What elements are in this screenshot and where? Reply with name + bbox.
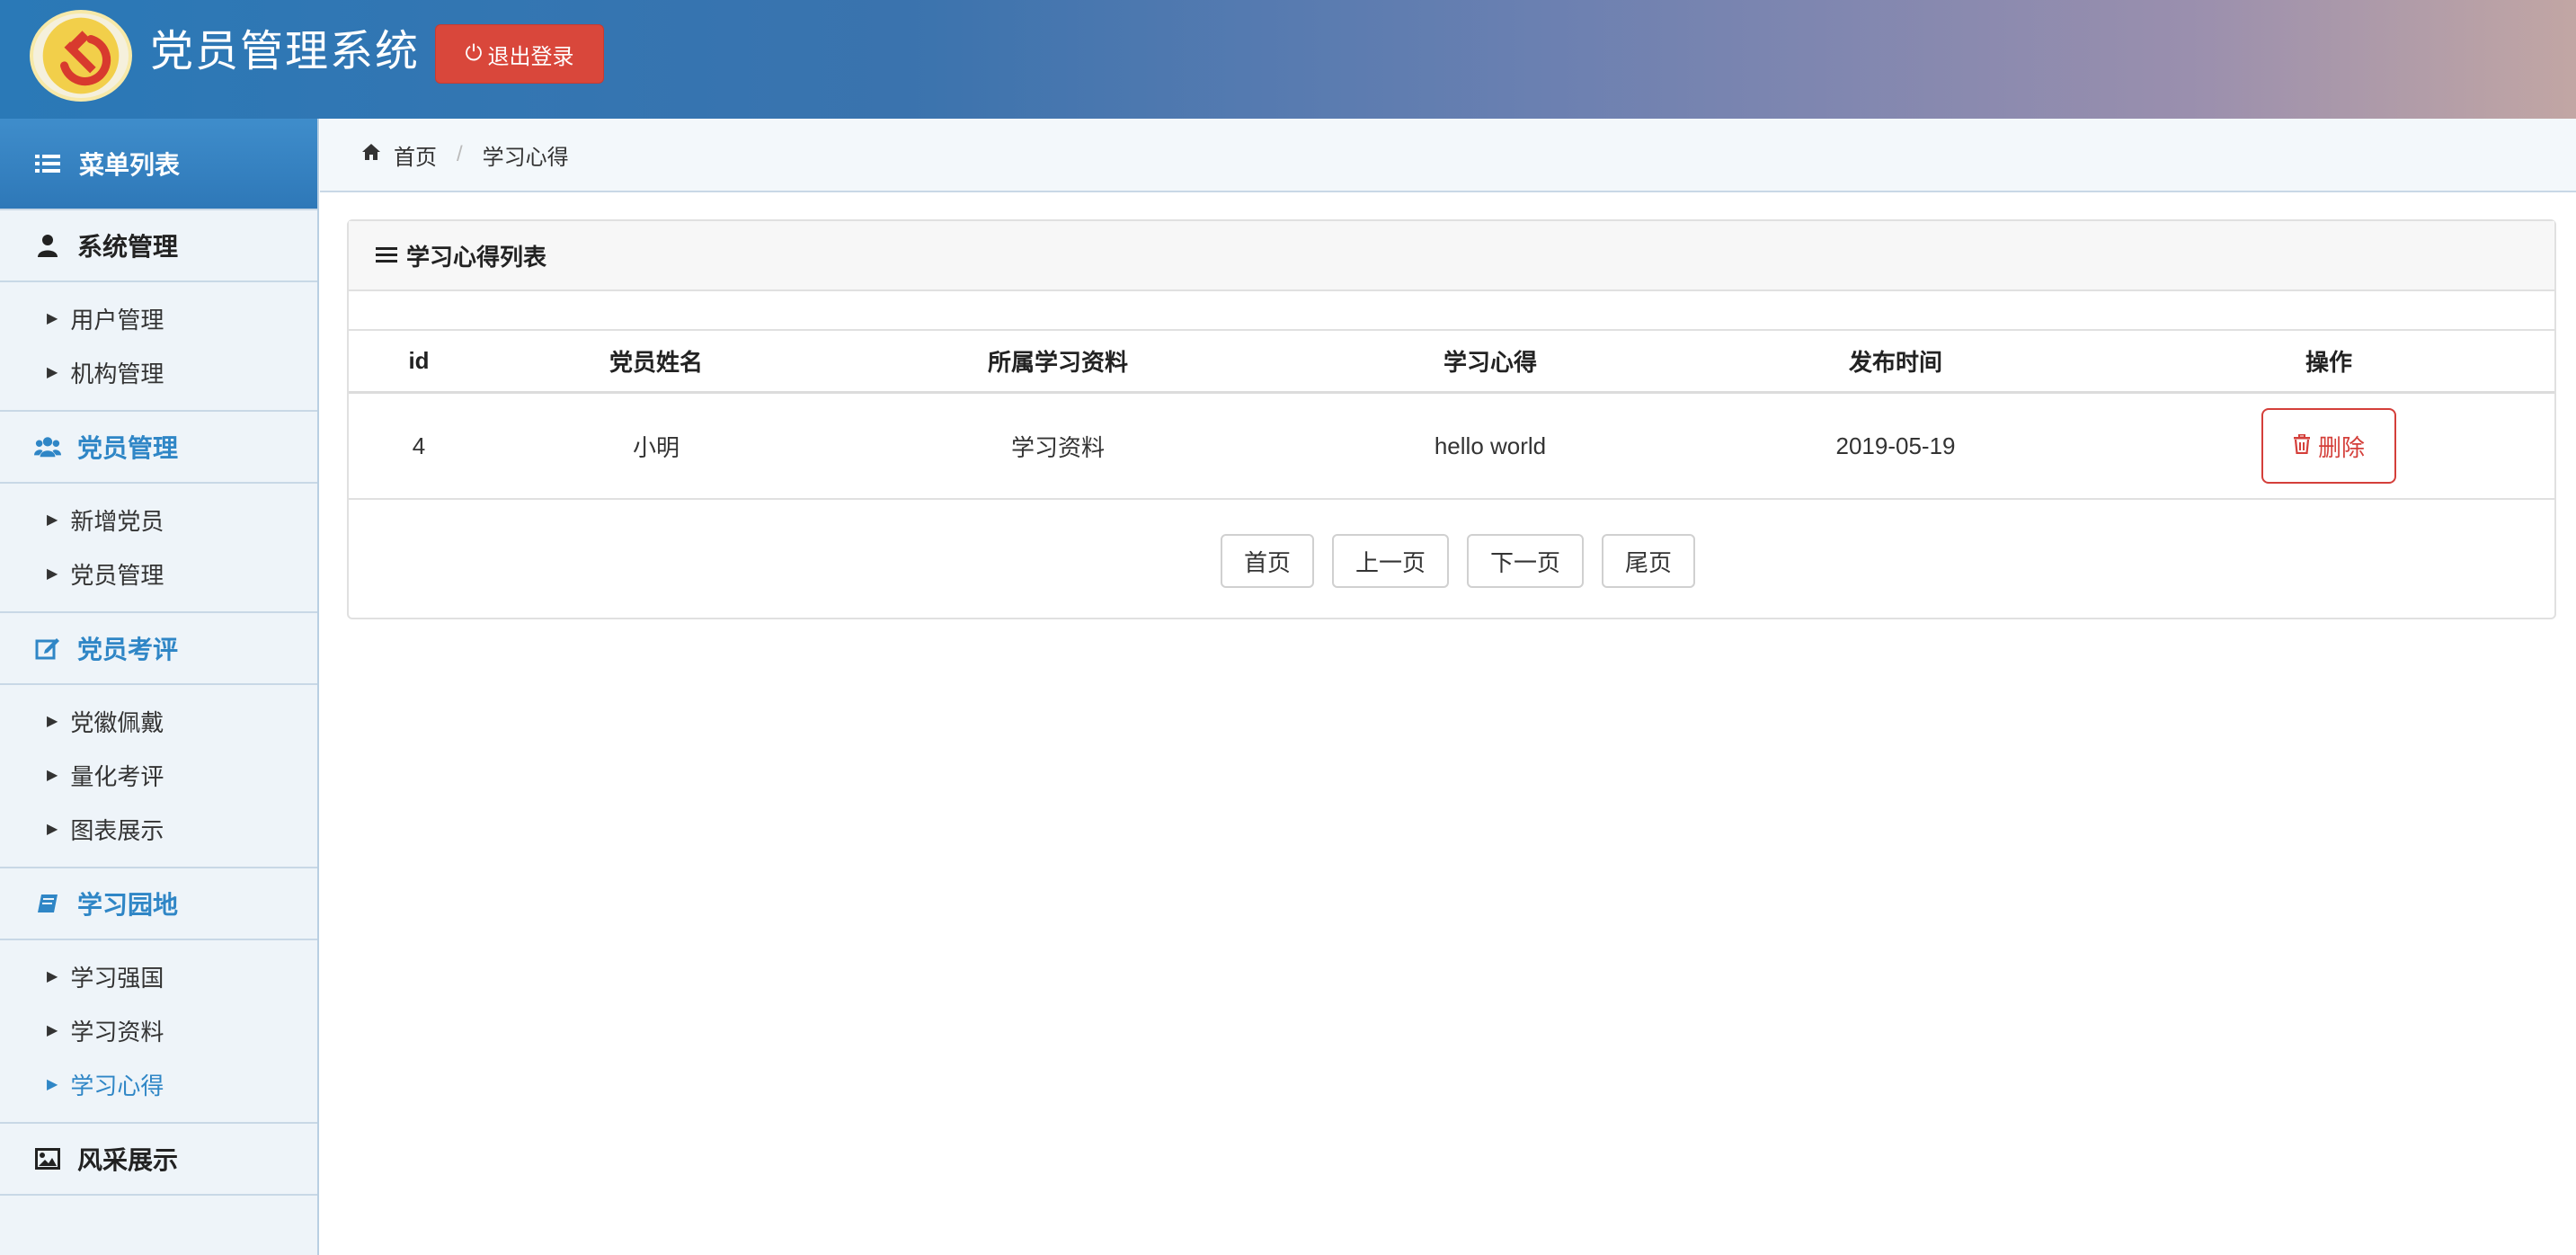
caret-right-icon: ▶ (47, 768, 58, 783)
sidebar-item-badge-wearing[interactable]: ▶ 党徽佩戴 (0, 694, 317, 748)
sidebar-item-study-notes[interactable]: ▶ 学习心得 (0, 1057, 317, 1111)
last-page-button[interactable]: 尾页 (1602, 534, 1696, 588)
study-notes-table: id 党员姓名 所属学习资料 学习心得 发布时间 操作 4 小明 学习资料 he… (349, 329, 2554, 500)
breadcrumb-current: 学习心得 (482, 145, 569, 170)
cell-id: 4 (412, 432, 426, 459)
caret-right-icon: ▶ (47, 822, 58, 837)
column-header-material: 所属学习资料 (987, 349, 1128, 376)
sidebar-group-study[interactable]: 学习园地 (0, 867, 317, 940)
sidebar-item-label: 图表展示 (70, 816, 164, 844)
top-header: 党员管理系统 ⏻ 退出登录 (0, 0, 2576, 119)
sidebar-item-label: 量化考评 (70, 762, 164, 790)
sidebar-item-quantitative-evaluation[interactable]: ▶ 量化考评 (0, 748, 317, 802)
caret-right-icon: ▶ (47, 714, 58, 729)
sidebar-item-label: 学习强国 (70, 964, 164, 992)
sidebar-item-label: 用户管理 (70, 306, 164, 334)
caret-right-icon: ▶ (47, 311, 58, 326)
sidebar-item-label: 党员管理 (70, 561, 164, 589)
table-row: 4 小明 学习资料 hello world 2019-05-19 删除 (349, 394, 2554, 500)
sidebar-item-label: 新增党员 (70, 507, 164, 535)
app-title: 党员管理系统 (150, 28, 421, 76)
column-header-date: 发布时间 (1848, 349, 1942, 376)
column-header-member-name: 党员姓名 (608, 349, 703, 376)
sidebar-item-add-member[interactable]: ▶ 新增党员 (0, 493, 317, 547)
image-icon (34, 1145, 61, 1172)
sidebar-group-items: ▶ 用户管理 ▶ 机构管理 (0, 282, 317, 410)
sidebar-item-chart-display[interactable]: ▶ 图表展示 (0, 802, 317, 856)
delete-label: 删除 (2317, 433, 2365, 461)
logout-button[interactable]: ⏻ 退出登录 (435, 24, 604, 84)
home-icon (361, 142, 381, 167)
sidebar-group-members[interactable]: 党员管理 (0, 410, 317, 484)
sidebar-group-label: 党员管理 (77, 434, 179, 462)
logout-label: 退出登录 (487, 44, 574, 69)
delete-button[interactable]: 删除 (2261, 408, 2396, 484)
user-icon (34, 232, 61, 259)
sidebar-group-label: 党员考评 (77, 636, 179, 663)
power-icon: ⏻ (465, 41, 483, 66)
bars-icon (376, 242, 397, 270)
breadcrumb: 首页 / 学习心得 (320, 119, 2576, 192)
sidebar-menu-title: 菜单列表 (0, 119, 317, 209)
cell-note: hello world (1434, 432, 1547, 459)
prev-page-button[interactable]: 上一页 (1331, 534, 1449, 588)
column-header-id: id (408, 347, 430, 374)
cell-action: 删除 (2103, 394, 2554, 498)
caret-right-icon: ▶ (47, 1023, 58, 1038)
column-header-action: 操作 (2305, 349, 2352, 376)
breadcrumb-home-link[interactable]: 首页 (394, 139, 437, 171)
sidebar-group-evaluation[interactable]: 党员考评 (0, 611, 317, 685)
breadcrumb-separator: / (457, 142, 463, 166)
caret-right-icon: ▶ (47, 1077, 58, 1092)
caret-right-icon: ▶ (47, 566, 58, 582)
caret-right-icon: ▶ (47, 365, 58, 380)
sidebar-group-items: ▶ 党徽佩戴 ▶ 量化考评 ▶ 图表展示 (0, 685, 317, 867)
pagination: 首页 上一页 下一页 尾页 (349, 534, 2554, 588)
party-emblem-logo (30, 10, 132, 102)
panel-header: 学习心得列表 (349, 221, 2554, 291)
sidebar-group-items: ▶ 学习强国 ▶ 学习资料 ▶ 学习心得 (0, 940, 317, 1122)
first-page-button[interactable]: 首页 (1220, 534, 1314, 588)
table-header: id 党员姓名 所属学习资料 学习心得 发布时间 操作 (349, 329, 2554, 394)
panel-title: 学习心得列表 (406, 243, 547, 271)
sidebar-menu-title-label: 菜单列表 (79, 151, 181, 179)
sidebar-item-label: 机构管理 (70, 360, 164, 387)
edit-icon (34, 635, 61, 662)
column-header-note: 学习心得 (1443, 349, 1537, 376)
sidebar-item-org-management[interactable]: ▶ 机构管理 (0, 345, 317, 399)
sidebar-group-label: 系统管理 (77, 233, 179, 261)
cell-date: 2019-05-19 (1835, 432, 1956, 459)
list-icon (34, 150, 61, 177)
hammer-sickle-icon (42, 17, 120, 94)
sidebar-item-member-management[interactable]: ▶ 党员管理 (0, 547, 317, 601)
next-page-button[interactable]: 下一页 (1467, 534, 1585, 588)
trash-icon (2293, 432, 2311, 460)
users-icon (34, 433, 61, 460)
cell-member-name: 小明 (632, 433, 680, 461)
sidebar-group-system[interactable]: 系统管理 (0, 209, 317, 282)
book-icon (34, 890, 61, 917)
sidebar-group-label: 学习园地 (77, 891, 179, 919)
study-notes-panel: 学习心得列表 id 党员姓名 所属学习资料 学习心得 发布时间 操作 4 小明 … (347, 219, 2556, 619)
cell-material: 学习资料 (1010, 433, 1105, 461)
sidebar-item-label: 学习资料 (70, 1018, 164, 1046)
sidebar: 菜单列表 系统管理 ▶ 用户管理 ▶ 机构管理 党员管理 ▶ 新增党员 ▶ 党员管理 党… (0, 119, 319, 1255)
sidebar-item-user-management[interactable]: ▶ 用户管理 (0, 291, 317, 345)
caret-right-icon: ▶ (47, 969, 58, 984)
sidebar-group-items: ▶ 新增党员 ▶ 党员管理 (0, 484, 317, 611)
sidebar-item-xuexi-qiangguo[interactable]: ▶ 学习强国 (0, 949, 317, 1003)
sidebar-group-showcase[interactable]: 风采展示 (0, 1122, 317, 1196)
sidebar-group-label: 风采展示 (77, 1146, 179, 1174)
sidebar-item-label: 党徽佩戴 (70, 708, 164, 736)
caret-right-icon: ▶ (47, 512, 58, 528)
sidebar-item-study-materials[interactable]: ▶ 学习资料 (0, 1003, 317, 1057)
sidebar-item-label: 学习心得 (70, 1072, 164, 1099)
